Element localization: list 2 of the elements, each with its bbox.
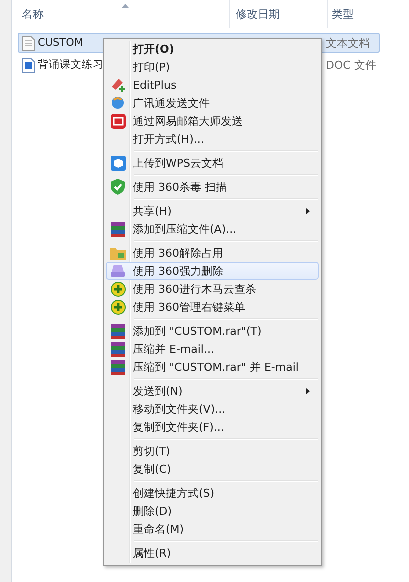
- file-type: DOC 文件: [326, 58, 376, 72]
- file-type: 文本文档: [326, 36, 370, 50]
